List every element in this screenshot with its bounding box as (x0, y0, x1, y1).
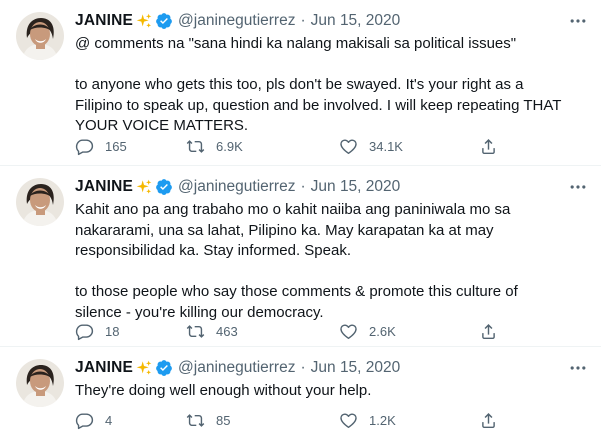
more-options-icon (568, 11, 588, 31)
retweet-count: 6.9K (216, 138, 243, 154)
reply-button[interactable]: 165 (75, 137, 127, 156)
separator-dot: · (300, 359, 306, 376)
like-button[interactable]: 34.1K (339, 137, 403, 156)
retweet-count: 463 (216, 323, 238, 339)
share-icon (479, 137, 498, 156)
tweet-header: JANINE @janinegutierrez · Jun 15, 2020 (75, 10, 561, 32)
user-handle[interactable]: @janinegutierrez (178, 178, 295, 196)
reply-icon (75, 411, 94, 430)
tweet-text-line: nakararami, una sa lahat, Pilipino ka. M… (75, 221, 494, 239)
verified-badge-icon (155, 12, 173, 30)
share-button[interactable] (479, 411, 498, 430)
separator-dot: · (300, 12, 306, 29)
retweet-button[interactable]: 463 (186, 322, 238, 341)
reply-icon (75, 322, 94, 341)
retweet-icon (186, 137, 205, 156)
tweet-text-line: @ comments na "sana hindi ka nalang maki… (75, 35, 517, 52)
tweet-header: JANINE @janinegutierrez · Jun 15, 2020 (75, 176, 561, 198)
sparkles-emoji-icon (136, 179, 152, 195)
tweet-date[interactable]: Jun 15, 2020 (311, 12, 401, 30)
tweet-text-line: to those people who say those comments &… (75, 283, 518, 300)
tweet-text-line: responsibilidad ka. Stay informed. Speak… (75, 242, 351, 259)
like-count: 1.2K (369, 412, 396, 428)
tweet-text-line: They're doing well enough without your h… (75, 382, 372, 399)
more-options-icon (568, 177, 588, 197)
tweet-actions: 165 6.9K 34.1K (75, 135, 505, 157)
like-icon (339, 137, 358, 156)
tweet[interactable]: JANINE @janinegutierrez · Jun 15, 2020 @… (0, 0, 601, 166)
sparkles-emoji-icon (136, 360, 152, 376)
tweet-date[interactable]: Jun 15, 2020 (311, 359, 401, 377)
tweet-text: They're doing well enough without your h… (75, 381, 581, 402)
display-name[interactable]: JANINE (75, 359, 133, 377)
sparkles-emoji-icon (136, 13, 152, 29)
avatar[interactable] (16, 359, 64, 407)
like-icon (339, 411, 358, 430)
user-handle[interactable]: @janinegutierrez (178, 359, 295, 377)
display-name[interactable]: JANINE (75, 178, 133, 196)
more-options-button[interactable] (565, 176, 591, 198)
avatar-image (16, 12, 64, 60)
tweet[interactable]: JANINE @janinegutierrez · Jun 15, 2020 K… (0, 166, 601, 347)
share-button[interactable] (479, 322, 498, 341)
retweet-icon (186, 322, 205, 341)
like-count: 2.6K (369, 323, 396, 339)
avatar-image (16, 359, 64, 407)
tweet-text-line (75, 55, 581, 76)
retweet-button[interactable]: 6.9K (186, 137, 243, 156)
tweet-text-line (75, 262, 581, 283)
tweet-actions: 18 463 2.6K (75, 320, 505, 342)
verified-badge-icon (155, 359, 173, 377)
tweet-text: @ comments na "sana hindi ka nalang maki… (75, 34, 581, 137)
verified-badge-icon (155, 178, 173, 196)
avatar[interactable] (16, 178, 64, 226)
share-button[interactable] (479, 137, 498, 156)
reply-count: 165 (105, 138, 127, 154)
more-options-icon (568, 358, 588, 378)
user-handle[interactable]: @janinegutierrez (178, 12, 295, 30)
share-icon (479, 411, 498, 430)
reply-icon (75, 137, 94, 156)
share-icon (479, 322, 498, 341)
reply-button[interactable]: 4 (75, 411, 112, 430)
tweet-text: Kahit ano pa ang trabaho mo o kahit naii… (75, 200, 581, 323)
avatar-image (16, 178, 64, 226)
like-count: 34.1K (369, 138, 403, 154)
like-button[interactable]: 2.6K (339, 322, 396, 341)
display-name[interactable]: JANINE (75, 12, 133, 30)
like-button[interactable]: 1.2K (339, 411, 396, 430)
retweet-count: 85 (216, 412, 231, 428)
tweet[interactable]: JANINE @janinegutierrez · Jun 15, 2020 T… (0, 347, 601, 440)
tweet-text-line: YOUR VOICE MATTERS. (75, 117, 249, 134)
separator-dot: · (300, 178, 306, 195)
tweet-text-line: Kahit ano pa ang trabaho mo o kahit naii… (75, 201, 511, 218)
tweet-actions: 4 85 1.2K (75, 409, 505, 431)
tweet-header: JANINE @janinegutierrez · Jun 15, 2020 (75, 357, 561, 379)
tweet-text-line: Filipino to speak up, question and be in… (75, 96, 562, 114)
retweet-icon (186, 411, 205, 430)
tweet-text-line: to anyone who gets this too, pls don't b… (75, 76, 524, 93)
like-icon (339, 322, 358, 341)
tweet-date[interactable]: Jun 15, 2020 (311, 178, 401, 196)
reply-count: 18 (105, 323, 120, 339)
avatar[interactable] (16, 12, 64, 60)
reply-count: 4 (105, 412, 113, 428)
retweet-button[interactable]: 85 (186, 411, 230, 430)
more-options-button[interactable] (565, 357, 591, 379)
more-options-button[interactable] (565, 10, 591, 32)
reply-button[interactable]: 18 (75, 322, 119, 341)
